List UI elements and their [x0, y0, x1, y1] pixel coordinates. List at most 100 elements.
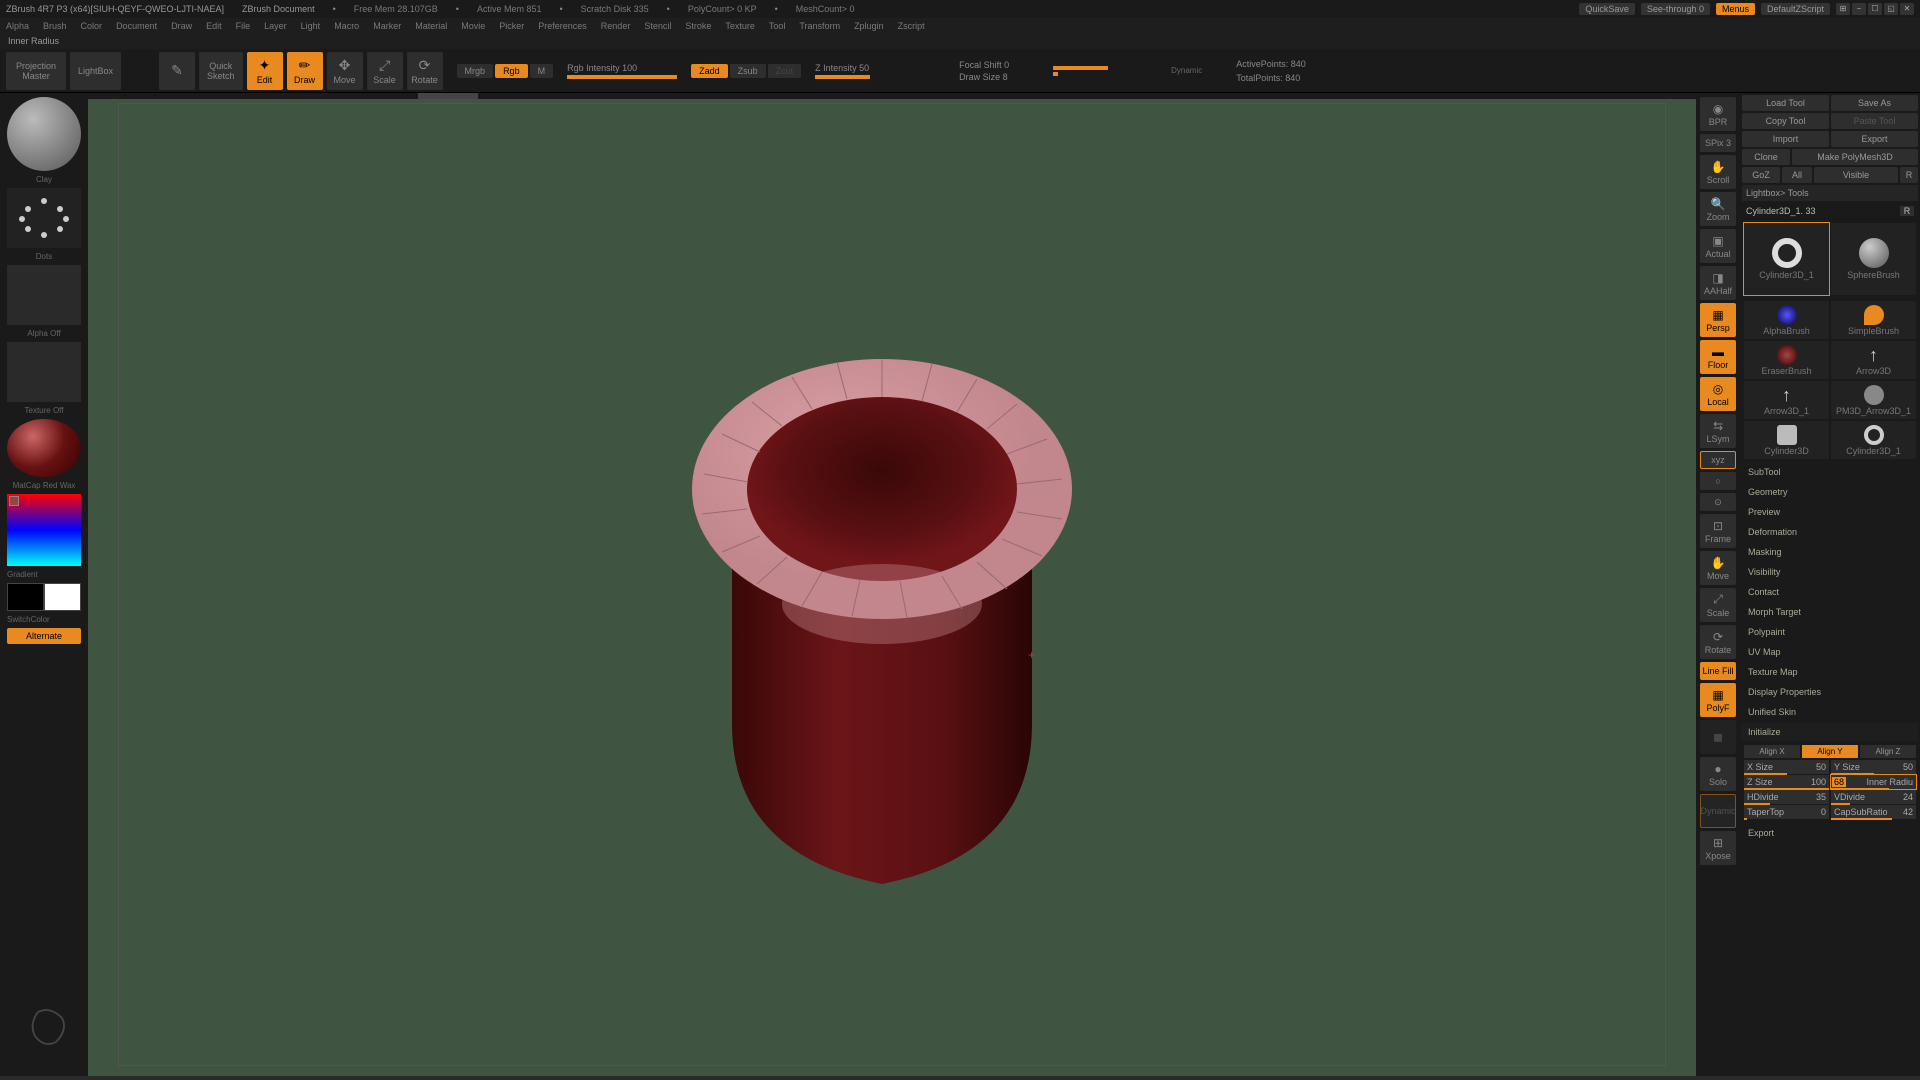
scale-nav-button[interactable]: ⤢Scale	[1700, 588, 1736, 622]
alternate-button[interactable]: Alternate	[7, 628, 81, 644]
persp-button[interactable]: ▦Persp	[1700, 303, 1736, 337]
draw-button[interactable]: ✏Draw	[287, 52, 323, 90]
menu-item[interactable]: Marker	[373, 21, 401, 31]
restore-icon[interactable]: ◱	[1884, 3, 1898, 15]
goz-visible-button[interactable]: Visible	[1814, 167, 1898, 183]
m-button[interactable]: M	[530, 64, 554, 78]
tapertop-slider[interactable]: TaperTop0	[1744, 805, 1829, 819]
goz-button[interactable]: GoZ	[1742, 167, 1780, 183]
color-swatches[interactable]	[7, 583, 81, 611]
palette-preview[interactable]: Preview	[1742, 503, 1918, 521]
menu-item[interactable]: Tool	[769, 21, 786, 31]
menus-button[interactable]: Menus	[1716, 3, 1755, 15]
copy-tool-button[interactable]: Copy Tool	[1742, 113, 1829, 129]
xpose-button[interactable]: ⊞Xpose	[1700, 831, 1736, 865]
menu-item[interactable]: Document	[116, 21, 157, 31]
quicksave-button[interactable]: QuickSave	[1579, 3, 1635, 15]
menu-item[interactable]: Texture	[725, 21, 755, 31]
lightbox-button[interactable]: LightBox	[70, 52, 121, 90]
palette-visibility[interactable]: Visibility	[1742, 563, 1918, 581]
capsub-slider[interactable]: CapSubRatio42	[1831, 805, 1916, 819]
seethrough-slider[interactable]: See-through 0	[1641, 3, 1710, 15]
palette-unified[interactable]: Unified Skin	[1742, 703, 1918, 721]
transp-button[interactable]: ⊙	[1700, 493, 1736, 511]
close-icon[interactable]: ✕	[1900, 3, 1914, 15]
rgb-button[interactable]: Rgb	[495, 64, 528, 78]
ghost-button[interactable]: ○	[1700, 472, 1736, 490]
tool-thumb[interactable]: ↑Arrow3D	[1831, 341, 1916, 379]
tool-thumb[interactable]: SphereBrush	[1831, 223, 1916, 295]
scroll-button[interactable]: ✋Scroll	[1700, 155, 1736, 189]
canvas-scrollbar[interactable]	[88, 93, 1696, 99]
tool-r-button[interactable]: R	[1900, 206, 1914, 216]
menu-item[interactable]: File	[236, 21, 251, 31]
tool-thumb[interactable]: Cylinder3D	[1744, 421, 1829, 459]
z-intensity-slider[interactable]	[815, 75, 925, 79]
goz-all-button[interactable]: All	[1782, 167, 1812, 183]
inner-radius-slider[interactable]: 68Inner Radiu	[1831, 775, 1916, 789]
palette-geometry[interactable]: Geometry	[1742, 483, 1918, 501]
tool-thumb[interactable]: SimpleBrush	[1831, 301, 1916, 339]
palette-subtool[interactable]: SubTool	[1742, 463, 1918, 481]
polymesh-button[interactable]: Make PolyMesh3D	[1792, 149, 1918, 165]
local-button[interactable]: ◎Local	[1700, 377, 1736, 411]
scale-button[interactable]: ⤢Scale	[367, 52, 403, 90]
spix-slider[interactable]: SPix 3	[1700, 134, 1736, 152]
hdivide-slider[interactable]: HDivide35	[1744, 790, 1829, 804]
vdivide-slider[interactable]: VDivide24	[1831, 790, 1916, 804]
color-picker[interactable]	[7, 494, 81, 566]
goz-r-button[interactable]: R	[1900, 167, 1918, 183]
tool-thumb[interactable]: ↑Arrow3D_1	[1744, 381, 1829, 419]
tool-thumb[interactable]: PM3D_Arrow3D_1	[1831, 381, 1916, 419]
load-tool-button[interactable]: Load Tool	[1742, 95, 1829, 111]
align-x-button[interactable]: Align X	[1744, 745, 1800, 758]
texture-slot[interactable]	[7, 342, 81, 402]
frame-button[interactable]: ⊡Frame	[1700, 514, 1736, 548]
win-icon[interactable]: ⊞	[1836, 3, 1850, 15]
zadd-button[interactable]: Zadd	[691, 64, 728, 78]
stroke-preview[interactable]	[7, 188, 81, 248]
mrgb-button[interactable]: Mrgb	[457, 64, 494, 78]
palette-texturemap[interactable]: Texture Map	[1742, 663, 1918, 681]
tool-thumb[interactable]: Cylinder3D_1	[1744, 223, 1829, 295]
palette-display[interactable]: Display Properties	[1742, 683, 1918, 701]
rotate-nav-button[interactable]: ⟳Rotate	[1700, 625, 1736, 659]
actual-button[interactable]: ▣Actual	[1700, 229, 1736, 263]
align-y-button[interactable]: Align Y	[1802, 745, 1858, 758]
xsize-slider[interactable]: X Size50	[1744, 760, 1829, 774]
palette-masking[interactable]: Masking	[1742, 543, 1918, 561]
rotate-button[interactable]: ⟳Rotate	[407, 52, 443, 90]
min-icon[interactable]: −	[1852, 3, 1866, 15]
canvas[interactable]: +	[88, 93, 1696, 1076]
switchcolor-button[interactable]: SwitchColor	[7, 615, 81, 624]
menu-item[interactable]: Material	[415, 21, 447, 31]
floor-button[interactable]: ▬Floor	[1700, 340, 1736, 374]
save-as-button[interactable]: Save As	[1831, 95, 1918, 111]
menu-item[interactable]: Zplugin	[854, 21, 884, 31]
focal-shift-slider[interactable]	[1053, 66, 1163, 70]
script-button[interactable]: DefaultZScript	[1761, 3, 1830, 15]
menu-item[interactable]: Stencil	[644, 21, 671, 31]
move-nav-button[interactable]: ✋Move	[1700, 551, 1736, 585]
import-button[interactable]: Import	[1742, 131, 1829, 147]
menu-item[interactable]: Brush	[43, 21, 67, 31]
palette-morph[interactable]: Morph Target	[1742, 603, 1918, 621]
xyz-button[interactable]: xyz	[1700, 451, 1736, 469]
zsub-button[interactable]: Zsub	[730, 64, 766, 78]
palette-uvmap[interactable]: UV Map	[1742, 643, 1918, 661]
menu-item[interactable]: Color	[81, 21, 103, 31]
darken-button[interactable]: ◼	[1700, 720, 1736, 754]
lsym-button[interactable]: ⇆LSym	[1700, 414, 1736, 448]
menu-item[interactable]: Preferences	[538, 21, 587, 31]
edit-button[interactable]: ✦Edit	[247, 52, 283, 90]
menu-item[interactable]: Light	[301, 21, 321, 31]
tool-thumb[interactable]: Cylinder3D_1	[1831, 421, 1916, 459]
ysize-slider[interactable]: Y Size50	[1831, 760, 1916, 774]
menu-item[interactable]: Stroke	[685, 21, 711, 31]
menu-item[interactable]: Picker	[499, 21, 524, 31]
max-icon[interactable]: ☐	[1868, 3, 1882, 15]
menu-item[interactable]: Macro	[334, 21, 359, 31]
draw-size-slider[interactable]	[1053, 72, 1163, 76]
palette-initialize[interactable]: Initialize	[1742, 723, 1918, 741]
projection-master-button[interactable]: Projection Master	[6, 52, 66, 90]
